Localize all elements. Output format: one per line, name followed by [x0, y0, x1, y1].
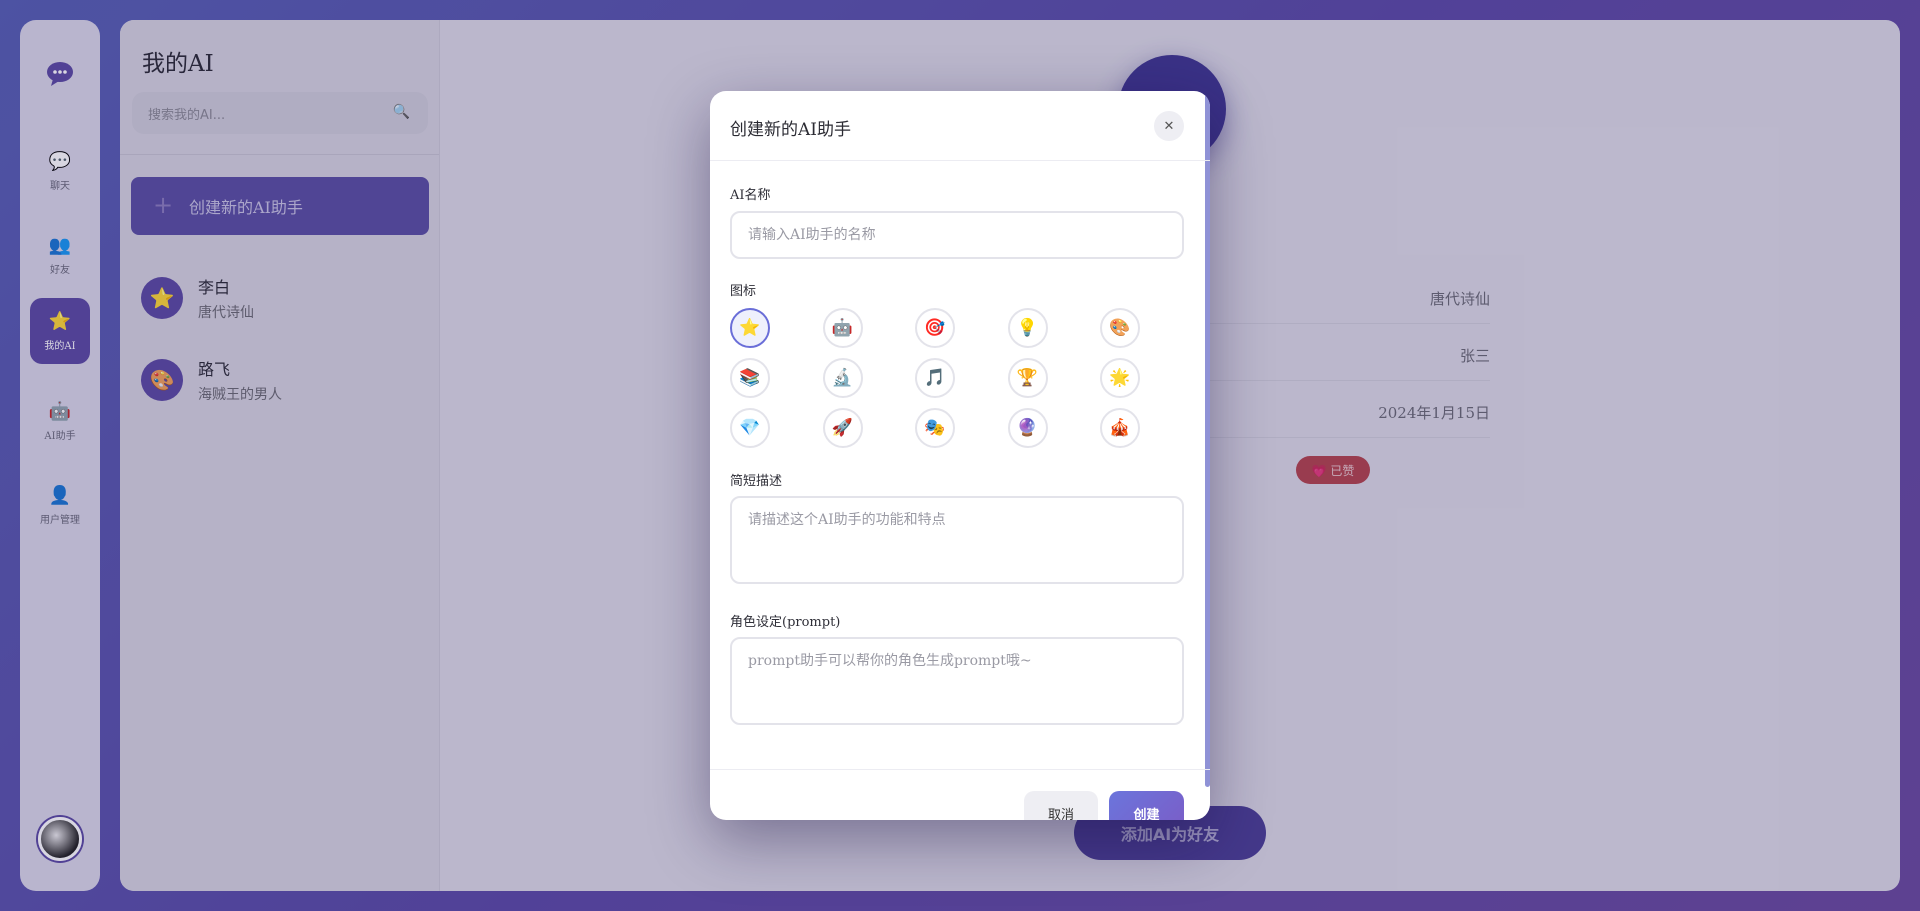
- music-icon[interactable]: 🎵: [915, 358, 955, 398]
- rocket-icon[interactable]: 🚀: [822, 408, 863, 448]
- prompt-label: 角色设定(prompt): [730, 615, 841, 630]
- close-icon[interactable]: ✕: [1154, 111, 1184, 141]
- icon-label: 图标: [730, 284, 757, 299]
- sparkle-star-icon[interactable]: 🌟: [1100, 358, 1140, 398]
- modal-header: 创建新的AI助手 ✕: [710, 91, 1210, 161]
- description-label: 简短描述: [730, 474, 783, 489]
- ai-name-input[interactable]: [730, 211, 1184, 259]
- create-ai-modal: 创建新的AI助手 ✕ AI名称 图标 ⭐🤖🎯💡🎨📚🔬🎵🏆🌟💎🚀🎭🔮🎪 简短描述 …: [710, 91, 1210, 820]
- modal-footer-divider: [710, 769, 1210, 770]
- ai-name-label: AI名称: [730, 188, 771, 203]
- crystal-ball-icon[interactable]: 🔮: [1007, 408, 1048, 448]
- gem-icon[interactable]: 💎: [730, 408, 770, 448]
- theater-icon[interactable]: 🎭: [915, 408, 955, 448]
- modal-scrollbar[interactable]: [1205, 91, 1210, 787]
- circus-tent-icon[interactable]: 🎪: [1100, 408, 1140, 448]
- cancel-button[interactable]: 取消: [1024, 791, 1098, 820]
- star-icon[interactable]: ⭐: [730, 308, 770, 348]
- palette-icon[interactable]: 🎨: [1100, 308, 1140, 348]
- microscope-icon[interactable]: 🔬: [822, 358, 863, 398]
- description-textarea[interactable]: [730, 496, 1184, 584]
- prompt-textarea[interactable]: [730, 637, 1184, 725]
- modal-title: 创建新的AI助手: [730, 120, 851, 140]
- robot-icon[interactable]: 🤖: [822, 308, 863, 348]
- lightbulb-icon[interactable]: 💡: [1007, 308, 1048, 348]
- target-icon[interactable]: 🎯: [915, 308, 955, 348]
- trophy-icon[interactable]: 🏆: [1007, 358, 1048, 398]
- create-button[interactable]: 创建: [1109, 791, 1184, 820]
- books-icon[interactable]: 📚: [730, 358, 770, 398]
